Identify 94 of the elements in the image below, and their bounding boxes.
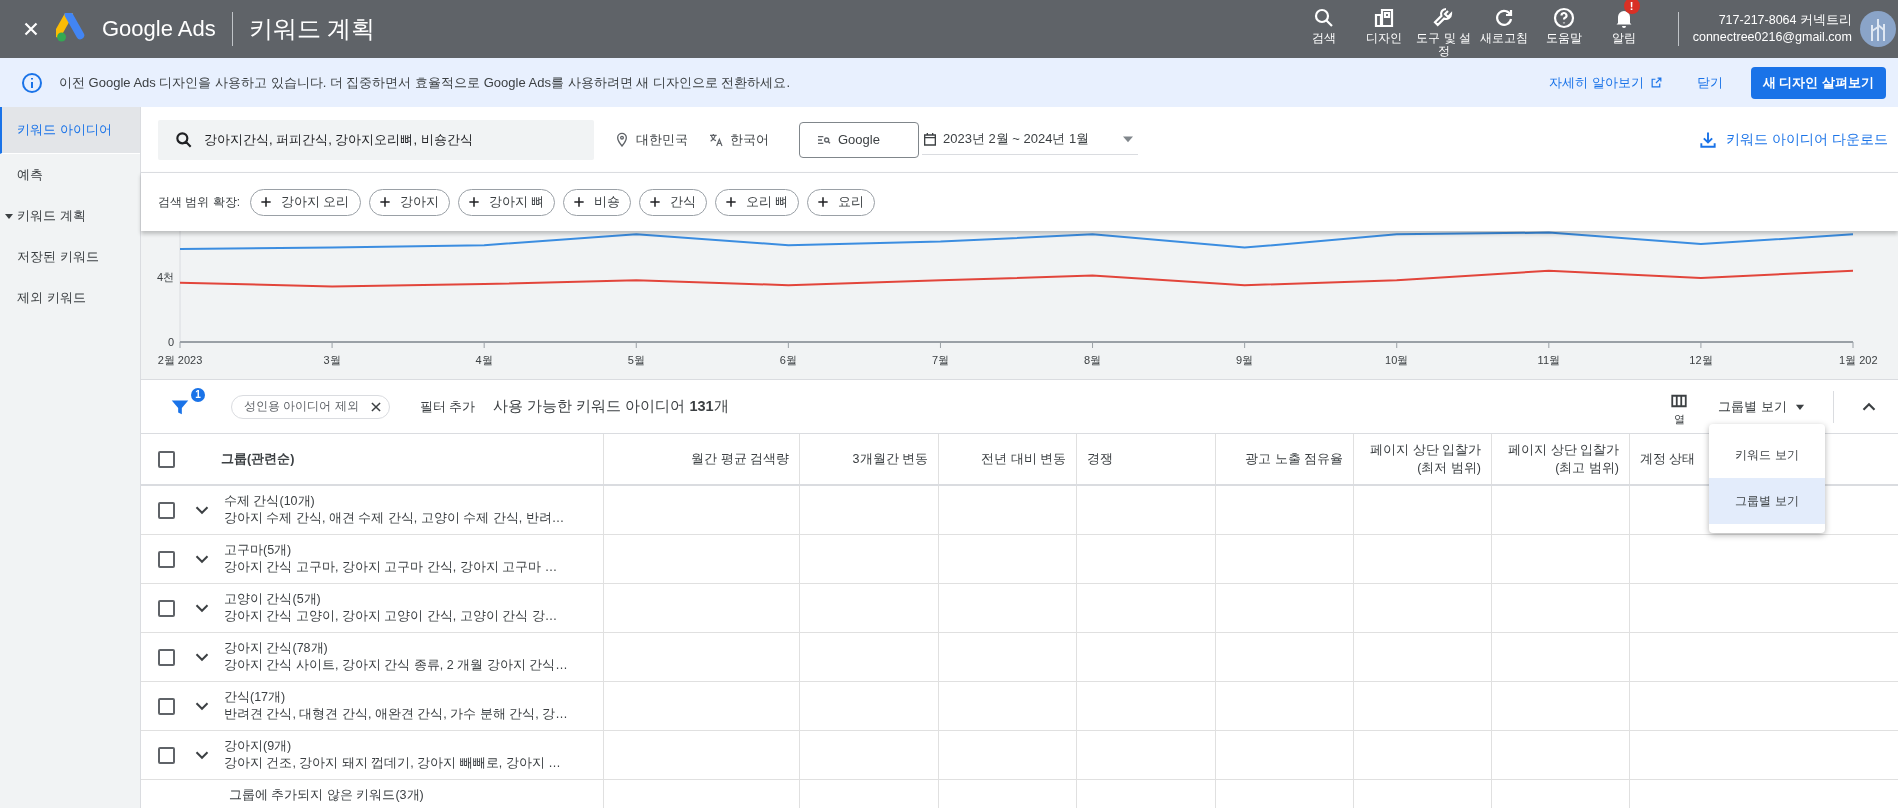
column-header[interactable]: 페이지 상단 입찰가 (최고 범위) xyxy=(1502,441,1619,477)
x-tick-label: 5월 xyxy=(627,354,645,366)
column-header[interactable]: 월간 평균 검색량 xyxy=(691,450,789,468)
x-tick-label: 10월 xyxy=(1385,354,1409,366)
alert-badge: ! xyxy=(1623,0,1640,14)
help-button[interactable]: 도움말 xyxy=(1533,0,1594,45)
column-header[interactable]: 그룹(관련순) xyxy=(221,450,295,468)
x-tick-label: 11월 xyxy=(1537,354,1561,366)
select-all-checkbox[interactable] xyxy=(158,450,175,468)
help-icon xyxy=(1551,6,1576,30)
translate-icon xyxy=(708,131,724,148)
avatar-icon[interactable] xyxy=(1860,11,1896,47)
date-range-selector[interactable]: 2023년 2월 ~ 2024년 1월 xyxy=(922,124,1139,155)
banner-message: 이전 Google Ads 디자인을 사용하고 있습니다. 더 집중하면서 효율적으로 Google Ads를 사용하려면 새 디자인으로 전환하세요. xyxy=(59,73,790,92)
menu-item[interactable]: 키워드 보기 xyxy=(1709,432,1825,478)
column-header[interactable]: 계정 상태 xyxy=(1640,450,1696,468)
column-header[interactable]: 전년 대비 변동 xyxy=(981,450,1066,468)
account-name: 717-217-8064 커넥트리 xyxy=(1718,12,1852,29)
x-tick-label: 2월 2023 xyxy=(157,354,203,366)
group-name: 그룹에 추가되지 않은 키워드(3개) xyxy=(229,787,424,804)
columns-icon xyxy=(1670,392,1689,410)
plus-icon xyxy=(724,195,738,209)
column-header[interactable]: 페이지 상단 입찰가 (최저 범위) xyxy=(1364,441,1481,477)
dismiss-button[interactable]: 닫기 xyxy=(1696,73,1723,92)
search-button[interactable]: 검색 xyxy=(1293,0,1354,45)
plus-icon xyxy=(377,195,392,209)
row-checkbox[interactable] xyxy=(158,649,175,666)
columns-button[interactable]: 열 xyxy=(1670,392,1689,427)
search-field[interactable]: 강아지간식, 퍼피간식, 강아지오리뼈, 비숑간식 xyxy=(158,119,594,160)
group-keywords: 강아지 간식 고구마, 강아지 고구마 간식, 강아지 고구마 … xyxy=(224,559,558,576)
x-tick-label: 7월 xyxy=(931,354,949,366)
y-tick-label: 4천 xyxy=(156,270,174,283)
row-checkbox[interactable] xyxy=(158,551,175,568)
row-checkbox[interactable] xyxy=(158,600,175,617)
x-tick-label: 12월 xyxy=(1689,354,1713,366)
plus-icon xyxy=(466,195,481,209)
y-tick-label: 0 xyxy=(167,336,174,348)
x-tick-label: 9월 xyxy=(1236,354,1254,366)
add-filter-button[interactable]: 필터 추가 xyxy=(419,397,476,416)
filter-count-badge: 1 xyxy=(191,387,205,402)
x-tick-label: 3월 xyxy=(323,354,341,366)
account-email: connectree0216@gmail.com xyxy=(1692,29,1852,46)
calendar-icon xyxy=(922,131,938,147)
column-header[interactable]: 광고 노출 점유율 xyxy=(1245,450,1343,468)
group-name: 수제 간식(10개) xyxy=(224,493,316,510)
keyword-count: 사용 가능한 키워드 아이디어 131개 xyxy=(493,397,729,416)
learn-more-link[interactable]: 자세히 알아보기 xyxy=(1549,73,1663,92)
download-link[interactable]: 키워드 아이디어 다운로드 xyxy=(1698,129,1888,150)
search-icon xyxy=(174,129,194,150)
page-title: 키워드 계획 xyxy=(248,14,376,44)
group-keywords: 강아지 건조, 강아지 돼지 껍데기, 강아지 빼빼로, 강아지 … xyxy=(224,755,561,772)
plus-icon xyxy=(648,195,662,209)
group-keywords: 반려견 간식, 대형견 간식, 애완견 간식, 가수 분해 간식, 강… xyxy=(224,706,568,723)
group-keywords: 강아지 간식 사이트, 강아지 간식 종류, 2 개월 강아지 간식… xyxy=(224,657,568,674)
group-name: 고양이 간식(5개) xyxy=(224,591,322,608)
row-checkbox[interactable] xyxy=(158,502,175,519)
sidebar-item[interactable]: 키워드 아이디어 xyxy=(0,107,140,154)
plus-icon xyxy=(259,195,273,209)
close-icon[interactable] xyxy=(368,399,383,414)
group-name: 강아지 간식(78개) xyxy=(224,640,329,657)
menu-item[interactable]: 그룹별 보기 xyxy=(1709,478,1825,524)
sidebar-item[interactable]: 제외 키워드 xyxy=(0,277,140,318)
group-keywords: 강아지 수제 간식, 애견 수제 간식, 고양이 수제 간식, 반려… xyxy=(224,510,565,527)
x-tick-label: 8월 xyxy=(1084,354,1102,366)
sidebar-item[interactable]: 예측 xyxy=(0,154,140,195)
x-tick-label: 1월 202 xyxy=(1839,354,1878,366)
network-selector[interactable]: Google xyxy=(799,121,919,158)
product-name: Google Ads xyxy=(102,16,216,42)
group-keywords: 강아지 간식 고양이, 강아지 고양이 간식, 고양이 간식 강… xyxy=(224,608,558,625)
notifications-button[interactable]: ! 알림 xyxy=(1593,0,1654,45)
info-icon xyxy=(20,70,44,95)
sidebar-item[interactable]: 저장된 키워드 xyxy=(0,236,140,277)
plus-icon xyxy=(816,195,831,209)
row-checkbox[interactable] xyxy=(158,747,175,764)
group-name: 강아지(9개) xyxy=(224,738,293,755)
location-selector[interactable]: 대한민국 xyxy=(614,130,688,149)
row-checkbox[interactable] xyxy=(158,698,175,715)
design-button[interactable]: 디자인 xyxy=(1353,0,1414,45)
group-name: 간식(17개) xyxy=(224,689,287,706)
broaden-label: 검색 범위 확장: xyxy=(158,193,240,211)
sidebar-item[interactable]: 키워드 계획 xyxy=(0,195,140,236)
x-tick-label: 4월 xyxy=(475,354,493,366)
plus-icon xyxy=(572,195,586,209)
x-tick-label: 6월 xyxy=(779,354,797,366)
group-name: 고구마(5개) xyxy=(224,542,293,559)
tools-button[interactable]: 도구 및 설정 xyxy=(1413,0,1474,58)
column-header[interactable]: 경쟁 xyxy=(1087,450,1113,468)
language-selector[interactable]: 한국어 xyxy=(708,130,769,149)
view-dropdown[interactable]: 그룹별 보기 xyxy=(1718,397,1807,416)
refresh-button[interactable]: 새로고침 xyxy=(1473,0,1534,45)
external-link-icon xyxy=(1649,76,1663,89)
column-header[interactable]: 3개월간 변동 xyxy=(852,450,928,468)
try-new-design-button[interactable]: 새 디자인 살펴보기 xyxy=(1750,66,1886,99)
location-pin-icon xyxy=(614,131,630,148)
